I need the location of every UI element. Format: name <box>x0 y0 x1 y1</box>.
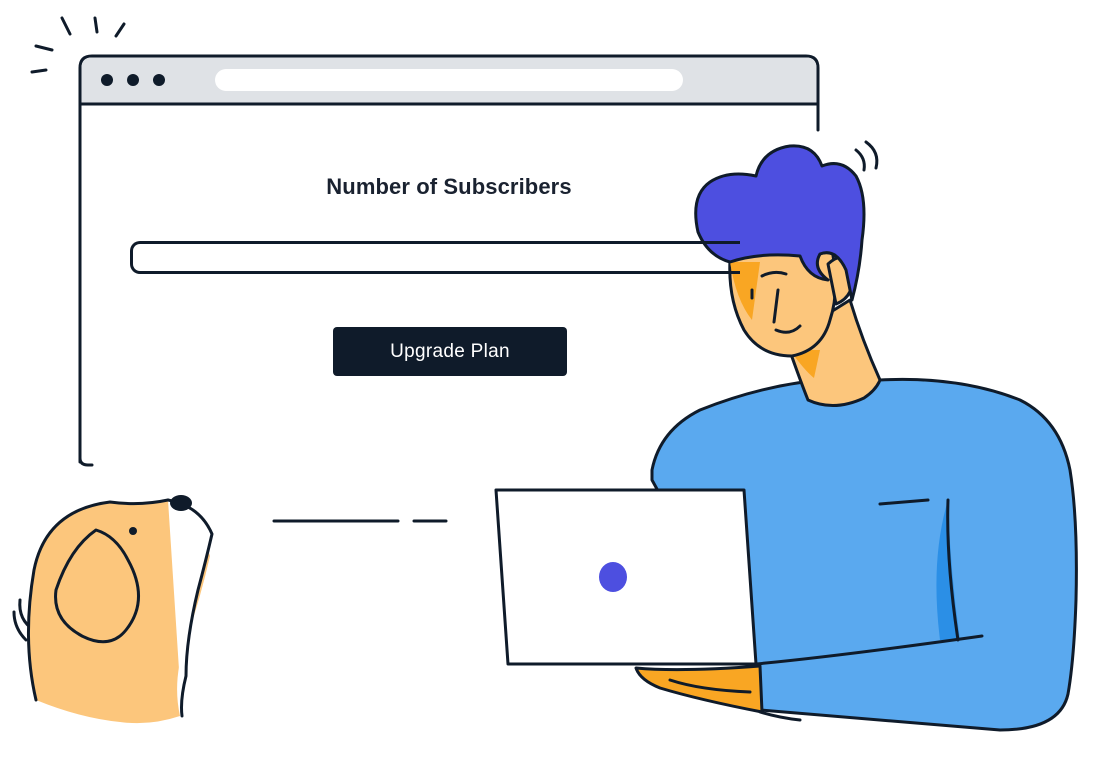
subscribers-input[interactable] <box>130 241 740 274</box>
dog-illustration <box>12 495 214 724</box>
upgrade-plan-button[interactable]: Upgrade Plan <box>333 327 567 376</box>
window-dot-icon <box>153 74 165 86</box>
window-dot-icon <box>127 74 139 86</box>
page-title: Number of Subscribers <box>326 174 572 199</box>
laptop-logo-dot <box>599 562 627 592</box>
window-dot-icon <box>101 74 113 86</box>
address-bar <box>215 69 683 91</box>
dog-nose <box>170 495 192 511</box>
illustration-scene <box>12 16 1078 732</box>
dog-eye <box>129 527 137 535</box>
